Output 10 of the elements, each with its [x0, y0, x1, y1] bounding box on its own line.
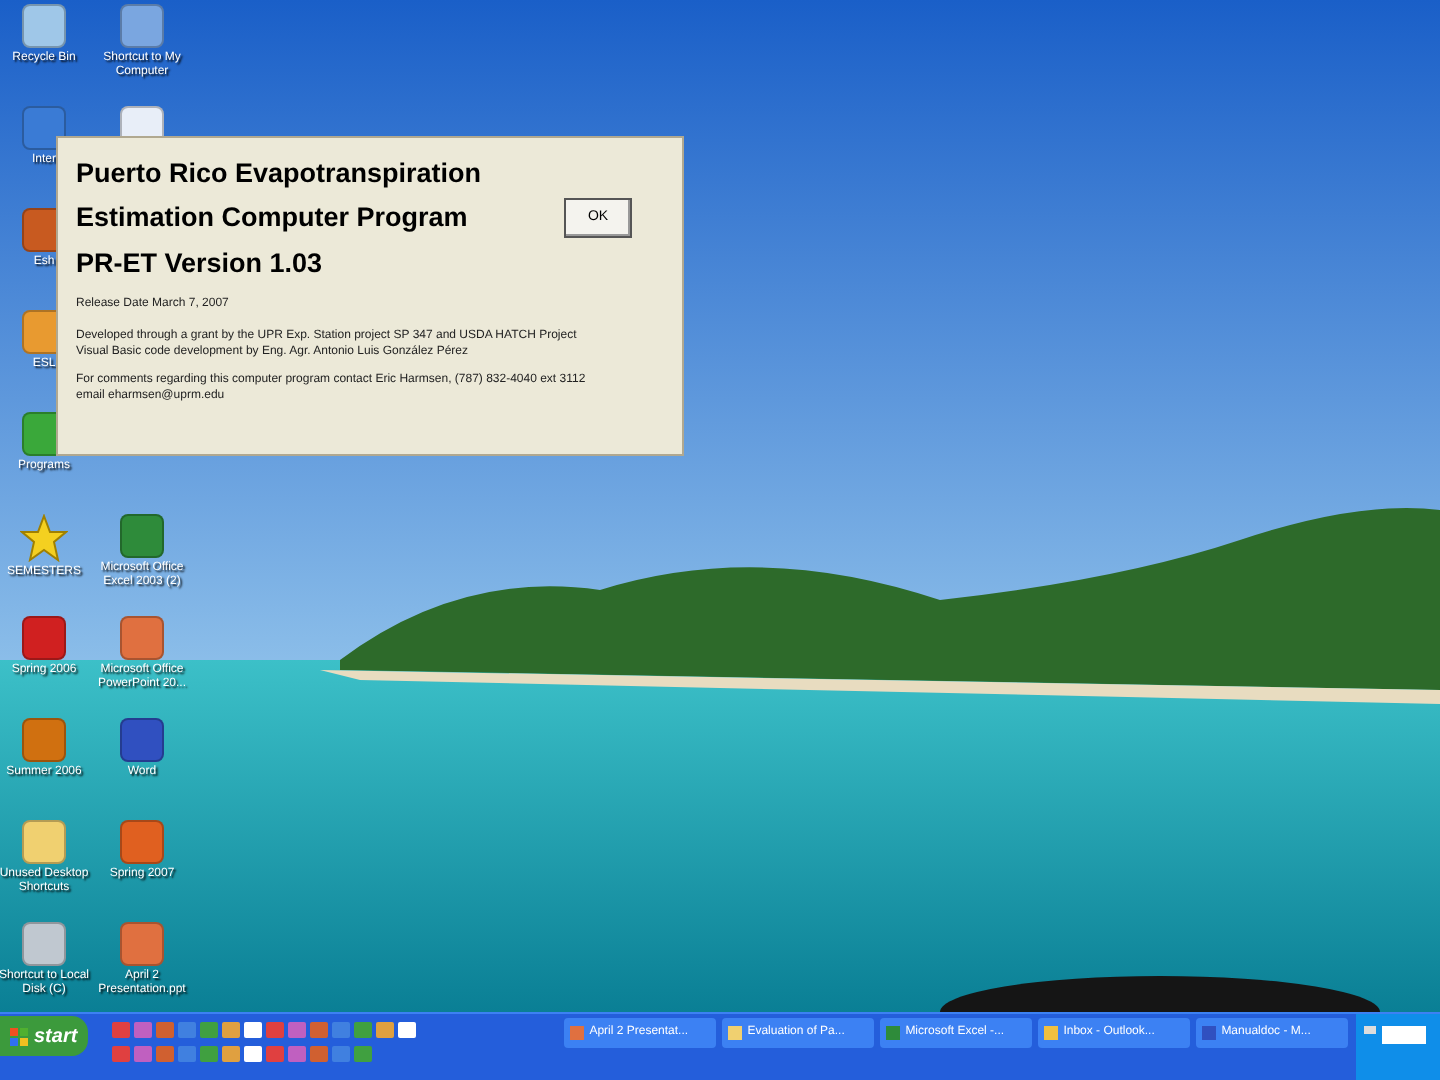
clock-field	[1382, 1026, 1426, 1044]
program-title: Estimation Computer Program	[76, 202, 470, 234]
tray-icon[interactable]	[1364, 1026, 1376, 1034]
start-button[interactable]: start	[0, 1016, 88, 1056]
version-title: PR-ET Version 1.03	[76, 248, 325, 280]
app-icon[interactable]	[22, 718, 66, 762]
star-icon[interactable]	[20, 514, 68, 562]
windows-flag-icon	[10, 1027, 28, 1045]
program-title: Puerto Rico Evapotranspiration	[76, 158, 482, 190]
app-icon[interactable]	[22, 616, 66, 660]
